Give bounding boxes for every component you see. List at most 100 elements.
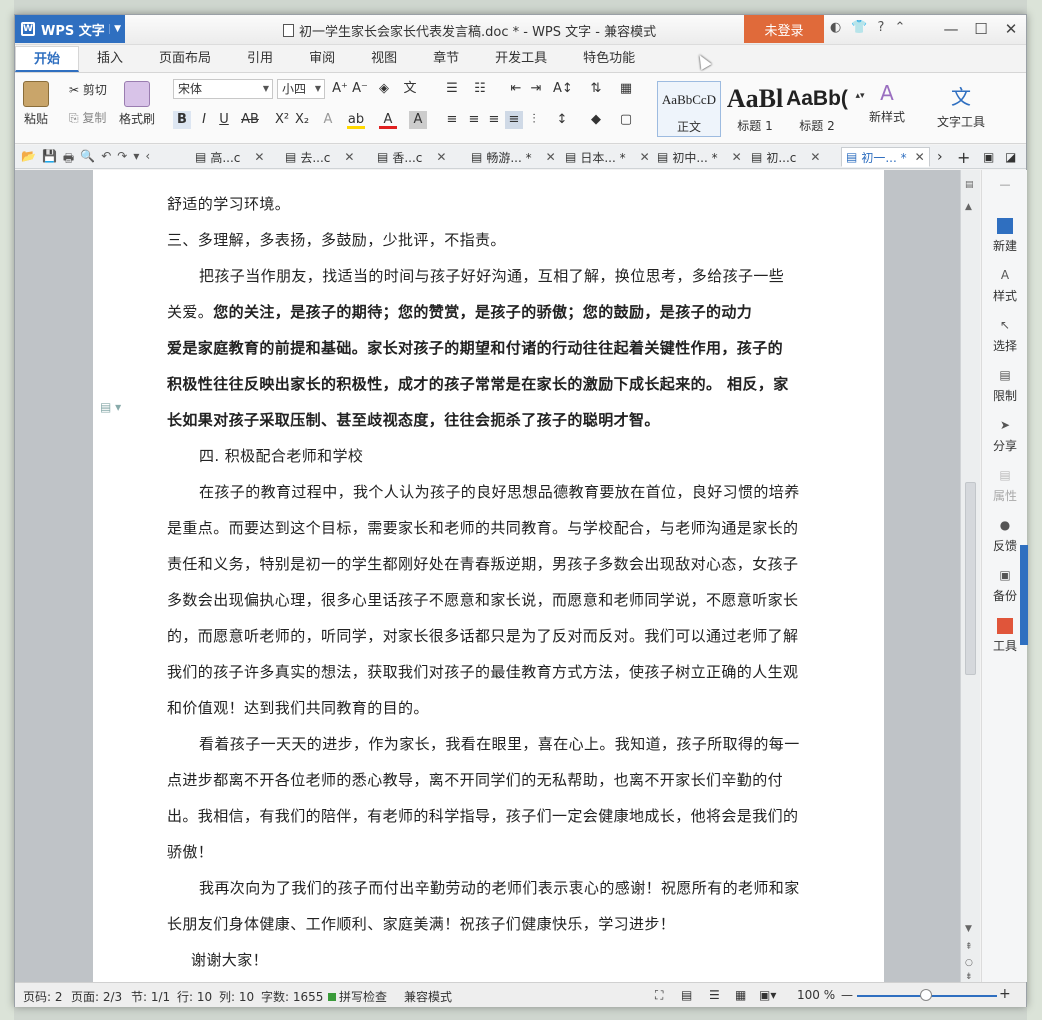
- align-right-icon[interactable]: ≡: [485, 111, 503, 129]
- paragraph[interactable]: 积极性往往反映出家长的积极性，成才的孩子常常是在家长的激励下成长起来的。 相反，…: [167, 366, 813, 402]
- undo-icon[interactable]: ↶: [101, 149, 111, 170]
- distribute-icon[interactable]: ⫶: [525, 111, 543, 129]
- tab-scroll-right-icon[interactable]: ›: [937, 147, 943, 167]
- italic-icon[interactable]: I: [195, 111, 213, 129]
- pane-collapse-icon[interactable]: —: [982, 178, 1028, 191]
- outline-view-icon[interactable]: ☰: [709, 988, 720, 1002]
- tab-home[interactable]: 开始: [15, 46, 80, 72]
- zoom-out-icon[interactable]: —: [841, 988, 853, 1002]
- save-icon[interactable]: 💾: [42, 149, 57, 170]
- pane-new-button[interactable]: 新建: [982, 218, 1028, 254]
- doc-tab[interactable]: ▤ 畅游... * ✕: [471, 147, 556, 167]
- align-left-icon[interactable]: ≡: [443, 111, 461, 129]
- minimize-icon[interactable]: —: [936, 15, 966, 43]
- decrease-indent-icon[interactable]: ⇤: [507, 80, 525, 98]
- vertical-scrollbar[interactable]: ▤ ▲ ▼ ⇞ ○ ⇟: [960, 170, 980, 982]
- doc-tab[interactable]: ▤ 初中... * ✕: [657, 147, 742, 167]
- tab-insert[interactable]: 插入: [79, 46, 141, 72]
- scroll-up-icon[interactable]: ▲: [965, 202, 972, 212]
- font-color-icon[interactable]: A: [379, 111, 397, 129]
- fullscreen-icon[interactable]: ⛶: [655, 988, 663, 1003]
- increase-indent-icon[interactable]: ⇥: [527, 80, 545, 98]
- clear-format-icon[interactable]: ◈: [375, 80, 393, 98]
- prev-page-icon[interactable]: ⇞: [965, 942, 973, 952]
- bullet-list-icon[interactable]: ☰: [443, 80, 461, 98]
- text-effect-icon[interactable]: A: [319, 111, 337, 129]
- tab-menu-icon[interactable]: ◪: [1005, 147, 1016, 167]
- text-direction-icon[interactable]: A↕: [553, 80, 573, 98]
- new-tab-icon[interactable]: +: [957, 147, 970, 167]
- tab-list-icon[interactable]: ▣: [983, 147, 994, 167]
- paragraph[interactable]: 长如果对孩子采取压制、甚至歧视态度，往往会扼杀了孩子的聪明才智。: [167, 402, 813, 438]
- shirt-icon[interactable]: 👕: [851, 20, 867, 35]
- cut-button[interactable]: ✂ 剪切: [69, 81, 107, 98]
- pane-select-button[interactable]: ↖ 选择: [982, 318, 1028, 354]
- doc-tab[interactable]: ▤ 初...c ✕: [751, 147, 820, 167]
- paragraph[interactable]: 我再次向为了我们的孩子而付出辛勤劳动的老师们表示衷心的感谢！祝愿所有的老师和家长…: [167, 870, 813, 942]
- pane-properties-button[interactable]: ▤ 属性: [982, 468, 1028, 504]
- grow-font-icon[interactable]: A⁺: [331, 80, 349, 98]
- doc-tab[interactable]: ▤ 高...c ✕: [195, 147, 264, 167]
- shading-icon[interactable]: ◆: [587, 111, 605, 129]
- paste-button[interactable]: 粘贴: [23, 81, 49, 127]
- page-view-icon[interactable]: ▤: [681, 988, 692, 1002]
- paragraph[interactable]: 谢谢大家！: [167, 942, 813, 978]
- table-icon[interactable]: ▦: [617, 80, 635, 98]
- style-scroll-icon[interactable]: ▴▾: [851, 87, 869, 105]
- paragraph[interactable]: 关爱。您的关注，是孩子的期待；您的赞赏，是孩子的骄傲；您的鼓励，是孩子的动力: [167, 294, 813, 330]
- pane-expand-handle[interactable]: [1020, 545, 1028, 645]
- status-words[interactable]: 字数: 1655: [261, 988, 323, 1005]
- open-icon[interactable]: 📂: [21, 149, 36, 170]
- shrink-font-icon[interactable]: A⁻: [351, 80, 369, 98]
- heading-four[interactable]: 四. 积极配合老师和学校: [167, 438, 813, 474]
- ruler-toggle-icon[interactable]: ▤: [965, 180, 974, 190]
- doc-tab[interactable]: ▤ 日本... * ✕: [565, 147, 650, 167]
- close-icon[interactable]: ✕: [254, 150, 264, 164]
- close-icon[interactable]: ✕: [546, 150, 556, 164]
- pane-style-button[interactable]: A 样式: [982, 268, 1028, 304]
- spell-check-toggle[interactable]: 拼写检查: [328, 988, 387, 1005]
- browse-object-icon[interactable]: ○: [965, 958, 973, 968]
- strikethrough-icon[interactable]: AB: [241, 111, 259, 129]
- next-page-icon[interactable]: ⇟: [965, 972, 973, 982]
- document-area[interactable]: ▤ ▾ 舒适的学习环境。 三、多理解，多表扬，多鼓励，少批评，不指责。 把孩子当…: [15, 170, 960, 982]
- close-icon[interactable]: ✕: [732, 150, 742, 164]
- style-heading-1[interactable]: AaBl 标题 1: [723, 81, 787, 137]
- underline-icon[interactable]: U: [215, 111, 233, 129]
- tab-review[interactable]: 审阅: [291, 46, 353, 72]
- close-icon[interactable]: ✕: [810, 150, 820, 164]
- web-view-icon[interactable]: ▦: [735, 988, 746, 1002]
- border-icon[interactable]: ▢: [617, 111, 635, 129]
- tab-references[interactable]: 引用: [229, 46, 291, 72]
- justify-icon[interactable]: ≡: [505, 111, 523, 129]
- char-shading-icon[interactable]: A: [409, 111, 427, 129]
- app-menu-button[interactable]: W WPS 文字 ▼: [15, 15, 125, 43]
- close-icon[interactable]: ✕: [344, 150, 354, 164]
- zoom-level[interactable]: 100 %: [797, 988, 835, 1002]
- doc-tab[interactable]: ▤ 香...c ✕: [377, 147, 446, 167]
- font-size-select[interactable]: 小四 ▼: [277, 79, 325, 99]
- subscript-icon[interactable]: X₂: [293, 111, 311, 129]
- paragraph[interactable]: 爱是家庭教育的前提和基础。家长对孩子的期望和付诸的行动往往起着关键性作用，孩子的: [167, 330, 813, 366]
- superscript-icon[interactable]: X²: [273, 111, 291, 129]
- close-icon[interactable]: ✕: [915, 150, 925, 164]
- scrollbar-thumb[interactable]: [965, 482, 976, 675]
- tab-chapter[interactable]: 章节: [415, 46, 477, 72]
- scroll-down-icon[interactable]: ▼: [965, 924, 972, 934]
- help-icon[interactable]: ?: [878, 20, 885, 35]
- tab-special[interactable]: 特色功能: [565, 46, 653, 72]
- zoom-in-icon[interactable]: +: [999, 986, 1011, 1002]
- pane-restrict-button[interactable]: ▤ 限制: [982, 368, 1028, 404]
- tab-scroll-left-icon[interactable]: ‹: [145, 149, 150, 170]
- collapse-ribbon-icon[interactable]: ⌃: [894, 20, 905, 35]
- doc-tab[interactable]: ▤ 去...c ✕: [285, 147, 354, 167]
- font-name-select[interactable]: 宋体 ▼: [173, 79, 273, 99]
- reading-view-icon[interactable]: ▣▾: [759, 988, 776, 1002]
- close-icon[interactable]: ✕: [996, 15, 1026, 43]
- close-icon[interactable]: ✕: [640, 150, 650, 164]
- paragraph[interactable]: 看着孩子一天天的进步，作为家长，我看在眼里，喜在心上。我知道，孩子所取得的每一点…: [167, 726, 813, 870]
- heading-three[interactable]: 三、多理解，多表扬，多鼓励，少批评，不指责。: [167, 222, 813, 258]
- paragraph[interactable]: 把孩子当作朋友，找适当的时间与孩子好好沟通，互相了解，换位思考，多给孩子一些: [167, 258, 813, 294]
- paragraph[interactable]: 在孩子的教育过程中，我个人认为孩子的良好思想品德教育要放在首位，良好习惯的培养是…: [167, 474, 813, 726]
- document-page[interactable]: ▤ ▾ 舒适的学习环境。 三、多理解，多表扬，多鼓励，少批评，不指责。 把孩子当…: [93, 170, 884, 982]
